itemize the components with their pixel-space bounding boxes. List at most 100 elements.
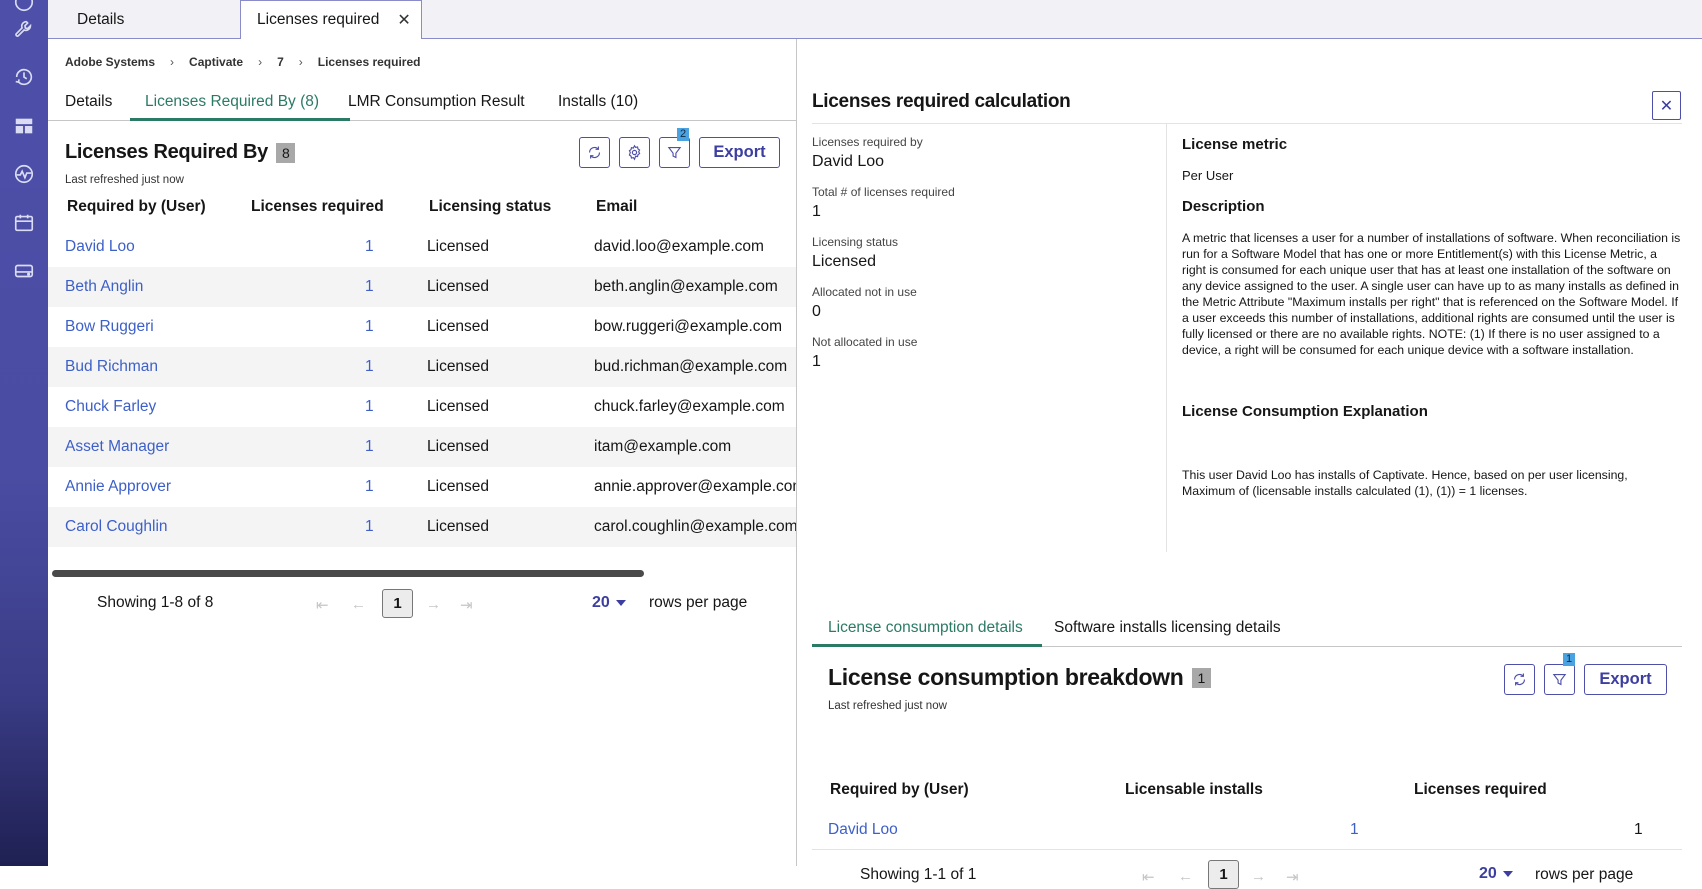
filter-button[interactable] xyxy=(1544,664,1575,695)
licenses-link[interactable]: 1 xyxy=(365,318,374,336)
user-link[interactable]: Bow Ruggeri xyxy=(65,318,154,336)
status-text: Licensed xyxy=(427,478,490,495)
close-icon[interactable]: ✕ xyxy=(397,10,410,30)
email-text: annie.approver@example.com xyxy=(594,478,796,495)
subtab-details[interactable]: Details xyxy=(65,93,112,111)
export-button[interactable]: Export xyxy=(699,137,780,168)
calendar-icon[interactable] xyxy=(12,211,36,235)
breadcrumb-item[interactable]: 7 xyxy=(277,55,284,69)
table-header: Required by (User) Licenses required Lic… xyxy=(48,187,796,227)
tab-label: Details xyxy=(77,10,125,28)
field-value: 1 xyxy=(812,203,821,220)
email-text: bud.richman@example.com xyxy=(594,358,788,375)
dashboard-icon[interactable] xyxy=(12,114,36,138)
refresh-icon xyxy=(1513,673,1526,686)
wrench-icon[interactable] xyxy=(12,17,36,41)
current-page[interactable]: 1 xyxy=(1208,860,1239,889)
field-label: Allocated not in use xyxy=(812,285,917,299)
license-metric-heading: License metric xyxy=(1182,136,1288,153)
profile-icon[interactable] xyxy=(12,0,36,14)
rows-per-page-value: 20 xyxy=(592,594,610,611)
installs-link[interactable]: 1 xyxy=(1350,821,1359,839)
column-header[interactable]: Licensing status xyxy=(429,198,551,216)
breadcrumb-item[interactable]: Captivate xyxy=(189,55,243,69)
licenses-link[interactable]: 1 xyxy=(365,398,374,416)
last-refreshed: Last refreshed just now xyxy=(828,700,947,712)
next-page-icon[interactable]: → xyxy=(1251,868,1266,885)
user-link[interactable]: Bud Richman xyxy=(65,358,158,376)
tab-software-installs-licensing-details[interactable]: Software installs licensing details xyxy=(1054,619,1281,637)
user-link[interactable]: Asset Manager xyxy=(65,438,169,456)
tab-details[interactable]: Details xyxy=(77,0,124,39)
licenses-link[interactable]: 1 xyxy=(365,438,374,456)
table-row: David Loo 1 1 xyxy=(812,810,1682,850)
license-metric-value: Per User xyxy=(1182,168,1234,183)
user-link[interactable]: Chuck Farley xyxy=(65,398,156,416)
last-refreshed: Last refreshed just now xyxy=(65,174,184,186)
explanation-text: This user David Loo has installs of Capt… xyxy=(1182,468,1628,498)
sub-tab-bar: Details Licenses Required By (8) LMR Con… xyxy=(48,87,796,121)
column-header[interactable]: Required by (User) xyxy=(830,781,969,799)
tab-license-consumption-details[interactable]: License consumption details xyxy=(828,619,1023,637)
licenses-link[interactable]: 1 xyxy=(365,518,374,536)
column-header[interactable]: Licenses required xyxy=(1414,781,1547,799)
export-button[interactable]: Export xyxy=(1584,664,1667,695)
email-text: bow.ruggeri@example.com xyxy=(594,318,783,335)
email-text: itam@example.com xyxy=(594,438,732,455)
filter-icon xyxy=(1552,673,1567,686)
licenses-link[interactable]: 1 xyxy=(365,278,374,296)
prev-page-icon[interactable]: ← xyxy=(351,596,366,613)
pagination-summary: Showing 1-1 of 1 xyxy=(860,866,977,883)
column-header[interactable]: Licenses required xyxy=(251,198,384,216)
horizontal-scrollbar[interactable] xyxy=(52,570,644,577)
rows-per-page-select[interactable]: 20 xyxy=(1479,865,1513,883)
user-link[interactable]: Carol Coughlin xyxy=(65,518,168,536)
storage-icon[interactable] xyxy=(12,259,36,283)
first-page-icon[interactable]: ⇤ xyxy=(316,596,329,614)
tab-licenses-required[interactable]: Licenses required ✕ xyxy=(240,0,422,40)
breakdown-table-header: Required by (User) Licensable installs L… xyxy=(812,770,1682,810)
rows-per-page-select[interactable]: 20 xyxy=(592,594,626,612)
rows-per-page-value: 20 xyxy=(1479,865,1497,882)
table-row: Bow Ruggeri 1 Licensed bow.ruggeri@examp… xyxy=(48,307,796,347)
licenses-link[interactable]: 1 xyxy=(365,238,374,256)
rows-per-page-label: rows per page xyxy=(1535,866,1634,883)
history-icon[interactable] xyxy=(12,65,36,89)
prev-page-icon[interactable]: ← xyxy=(1178,868,1193,885)
gear-icon xyxy=(628,144,641,161)
user-link[interactable]: Annie Approver xyxy=(65,478,171,496)
status-text: Licensed xyxy=(427,278,490,295)
email-text: chuck.farley@example.com xyxy=(594,398,785,415)
last-page-icon[interactable]: ⇥ xyxy=(1286,868,1299,886)
subtab-lmr-consumption-result[interactable]: LMR Consumption Result xyxy=(348,93,525,111)
chevron-right-icon: › xyxy=(170,55,175,69)
activity-icon[interactable] xyxy=(12,162,36,186)
next-page-icon[interactable]: → xyxy=(426,596,441,613)
column-header[interactable]: Licensable installs xyxy=(1125,781,1263,799)
subtab-installs[interactable]: Installs (10) xyxy=(558,93,638,111)
current-page[interactable]: 1 xyxy=(382,589,413,618)
breadcrumb-item[interactable]: Adobe Systems xyxy=(65,55,155,69)
status-text: Licensed xyxy=(427,318,490,335)
close-panel-button[interactable]: ✕ xyxy=(1652,91,1681,120)
column-header[interactable]: Email xyxy=(596,198,637,216)
document-tab-bar: Details Licenses required ✕ xyxy=(48,0,1702,40)
filter-button[interactable] xyxy=(659,137,690,168)
settings-button[interactable] xyxy=(619,137,650,168)
bottom-tab-bar: License consumption details Software ins… xyxy=(812,607,1682,647)
licenses-link[interactable]: 1 xyxy=(365,478,374,496)
column-header[interactable]: Required by (User) xyxy=(67,198,206,216)
user-link[interactable]: Beth Anglin xyxy=(65,278,143,296)
user-link[interactable]: David Loo xyxy=(65,238,135,256)
first-page-icon[interactable]: ⇤ xyxy=(1142,868,1155,886)
last-page-icon[interactable]: ⇥ xyxy=(460,596,473,614)
email-text: carol.coughlin@example.com xyxy=(594,518,796,535)
user-link[interactable]: David Loo xyxy=(828,821,898,839)
subtab-licenses-required-by[interactable]: Licenses Required By (8) xyxy=(145,93,319,111)
active-tab-indicator xyxy=(130,118,350,121)
explanation-heading: License Consumption Explanation xyxy=(1182,403,1428,420)
refresh-button[interactable] xyxy=(1504,664,1535,695)
field-value: 0 xyxy=(812,303,821,320)
licenses-link[interactable]: 1 xyxy=(365,358,374,376)
refresh-button[interactable] xyxy=(579,137,610,168)
